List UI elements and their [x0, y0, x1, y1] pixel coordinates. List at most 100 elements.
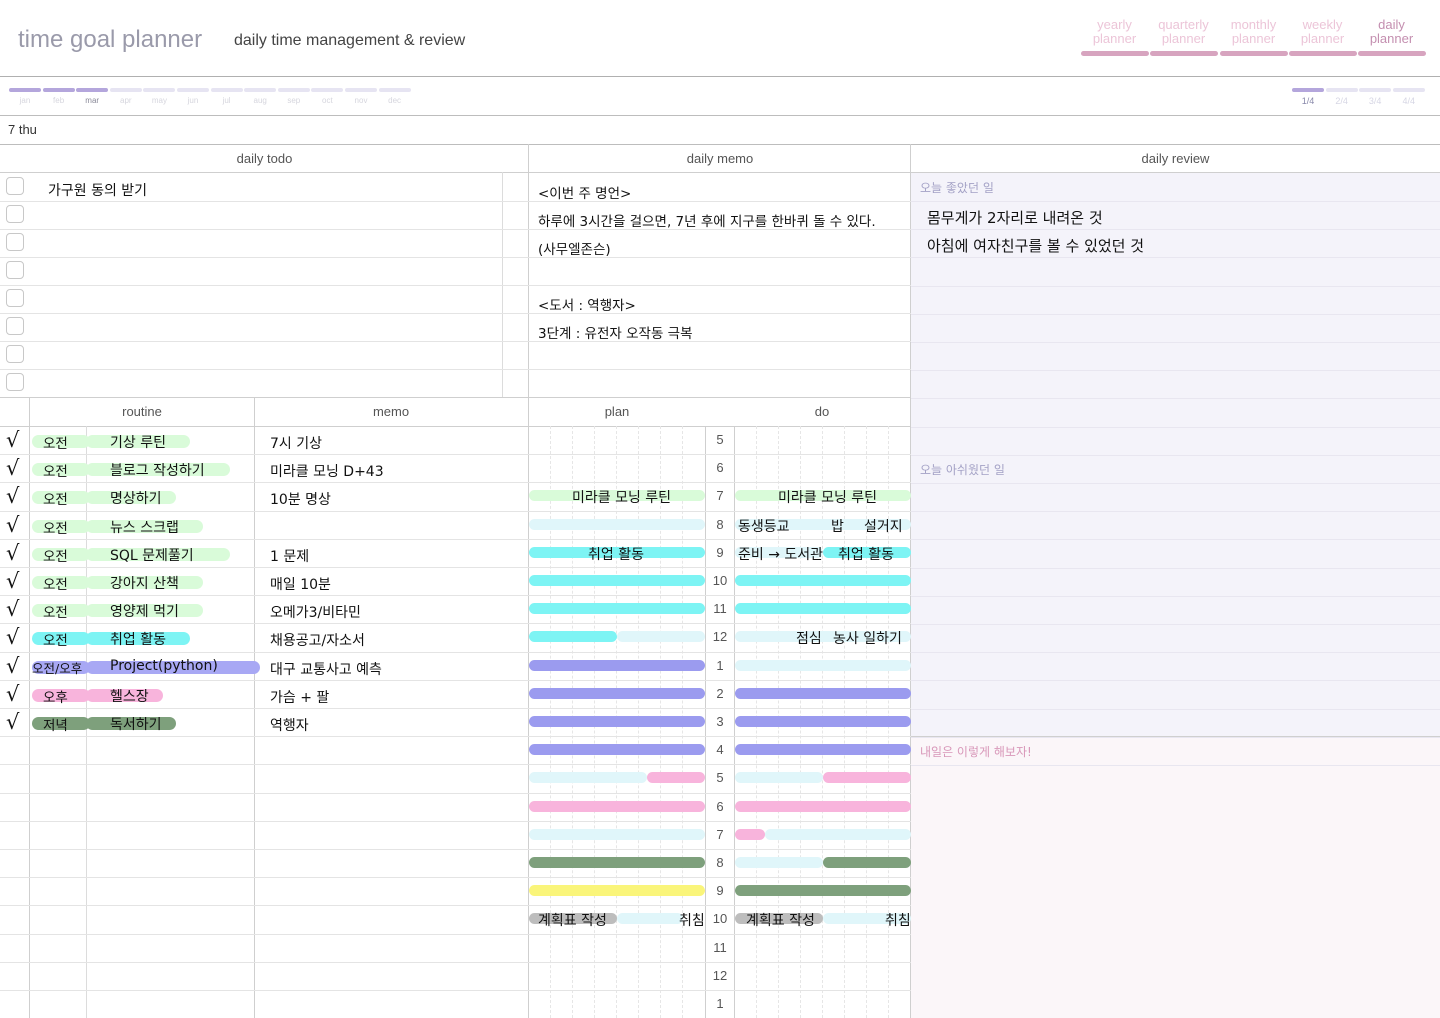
do-bar[interactable]: [735, 716, 911, 727]
do-bar[interactable]: [765, 828, 911, 840]
review-good-item[interactable]: 아침에 여자친구를 볼 수 있었던 것: [927, 235, 1144, 256]
do-label[interactable]: 동생등교: [738, 516, 790, 536]
routine-check-icon[interactable]: √: [6, 429, 19, 451]
do-bar[interactable]: [823, 857, 911, 868]
do-bar[interactable]: [823, 772, 911, 784]
quarter-bar-3[interactable]: [1359, 88, 1392, 92]
month-bar-dec[interactable]: [378, 88, 411, 92]
routine-time[interactable]: 저녁: [43, 714, 68, 734]
month-bar-mar[interactable]: [76, 88, 109, 92]
plan-bar[interactable]: [529, 659, 705, 671]
routine-memo[interactable]: 대구 교통사고 예측: [270, 659, 382, 679]
do-bar[interactable]: [735, 772, 823, 784]
month-bar-aug[interactable]: [244, 88, 277, 92]
quarter-label-4[interactable]: 4/4: [1393, 96, 1425, 106]
do-label[interactable]: 준비 → 도서관: [738, 544, 823, 564]
do-bar[interactable]: [735, 603, 911, 615]
plan-bar[interactable]: [617, 913, 683, 925]
todo-checkbox[interactable]: [6, 345, 24, 363]
month-label-aug[interactable]: aug: [244, 96, 276, 105]
routine-task[interactable]: 영양제 먹기: [110, 601, 179, 621]
month-label-mar[interactable]: mar: [76, 96, 108, 105]
routine-time[interactable]: 오전: [43, 432, 68, 452]
routine-time[interactable]: 오전: [43, 601, 68, 621]
month-bar-feb[interactable]: [42, 88, 75, 92]
month-bar-apr[interactable]: [109, 88, 142, 92]
routine-memo[interactable]: 1 문제: [270, 546, 309, 566]
todo-checkbox[interactable]: [6, 233, 24, 251]
plan-bar[interactable]: [529, 744, 705, 756]
month-bar-jun[interactable]: [177, 88, 209, 92]
routine-check-icon[interactable]: √: [6, 598, 19, 620]
month-label-jan[interactable]: jan: [9, 96, 41, 105]
month-label-oct[interactable]: oct: [311, 96, 343, 105]
plan-bar[interactable]: [529, 631, 617, 643]
do-label[interactable]: 설거지: [864, 516, 903, 536]
month-bar-jul[interactable]: [210, 88, 243, 92]
routine-memo[interactable]: 오메가3/비타민: [270, 602, 361, 622]
plan-bar[interactable]: [529, 603, 705, 615]
routine-check-icon[interactable]: √: [6, 711, 19, 733]
routine-check-icon[interactable]: √: [6, 626, 19, 648]
nav-weekly-planner[interactable]: weekly planner: [1289, 18, 1356, 46]
routine-memo[interactable]: 7시 기상: [270, 433, 322, 453]
todo-checkbox[interactable]: [6, 317, 24, 335]
month-label-feb[interactable]: feb: [43, 96, 75, 105]
month-label-nov[interactable]: nov: [345, 96, 377, 105]
review-good-item[interactable]: 몸무게가 2자리로 내려온 것: [927, 207, 1103, 228]
todo-checkbox[interactable]: [6, 177, 24, 195]
nav-yearly-planner[interactable]: yearly planner: [1081, 18, 1148, 46]
routine-memo[interactable]: 역행자: [270, 715, 309, 735]
do-bar[interactable]: [735, 885, 911, 897]
month-label-dec[interactable]: dec: [379, 96, 411, 105]
routine-task[interactable]: 명상하기: [110, 488, 162, 508]
routine-time[interactable]: 오전: [43, 573, 68, 593]
memo-line[interactable]: <이번 주 명언>: [538, 182, 631, 202]
memo-line[interactable]: 3단계 : 유전자 오작동 극복: [538, 322, 693, 342]
plan-label[interactable]: 미라클 모닝 루틴: [572, 487, 671, 507]
routine-task[interactable]: 독서하기: [110, 714, 162, 734]
month-label-jun[interactable]: jun: [177, 96, 209, 105]
month-bar-sep[interactable]: [277, 88, 310, 92]
routine-task[interactable]: 뉴스 스크랩: [110, 517, 179, 537]
do-label[interactable]: 점심: [796, 628, 822, 648]
routine-time[interactable]: 오전: [43, 545, 68, 565]
memo-line[interactable]: 하루에 3시간을 걸으면, 7년 후에 지구를 한바퀴 돌 수 있다.: [538, 210, 876, 230]
plan-bar[interactable]: [617, 631, 705, 643]
do-bar[interactable]: [735, 744, 911, 756]
nav-quarterly-planner[interactable]: quarterly planner: [1150, 18, 1217, 46]
do-label[interactable]: 취업 활동: [838, 544, 894, 564]
routine-task[interactable]: 강아지 산책: [110, 573, 179, 593]
routine-task[interactable]: Project(python): [110, 658, 218, 674]
routine-check-icon[interactable]: √: [6, 570, 19, 592]
routine-time[interactable]: 오전: [43, 488, 68, 508]
routine-task[interactable]: 취업 활동: [110, 629, 166, 649]
routine-time[interactable]: 오전/오후: [32, 658, 82, 677]
routine-task[interactable]: SQL 문제풀기: [110, 545, 194, 565]
do-bar[interactable]: [735, 659, 911, 671]
memo-line[interactable]: <도서 : 역행자>: [538, 294, 636, 314]
routine-task[interactable]: 블로그 작성하기: [110, 460, 205, 480]
month-bar-nov[interactable]: [345, 88, 377, 92]
plan-bar[interactable]: [529, 828, 705, 840]
month-bar-jan[interactable]: [9, 88, 41, 92]
routine-time[interactable]: 오전: [43, 460, 68, 480]
plan-bar[interactable]: [529, 687, 705, 699]
plan-label[interactable]: 취업 활동: [588, 544, 644, 564]
quarter-bar-1[interactable]: [1292, 88, 1324, 92]
routine-memo[interactable]: 채용공고/자소서: [270, 630, 365, 650]
month-label-apr[interactable]: apr: [110, 96, 142, 105]
do-bar[interactable]: [735, 687, 911, 699]
quarter-bar-2[interactable]: [1325, 88, 1358, 92]
routine-memo[interactable]: 가슴 + 팔: [270, 687, 329, 707]
plan-label[interactable]: 계획표 작성: [538, 910, 607, 930]
do-label[interactable]: 계획표 작성: [746, 910, 815, 930]
plan-bar[interactable]: [647, 772, 705, 784]
nav-daily-planner[interactable]: daily planner: [1358, 18, 1425, 46]
month-label-jul[interactable]: jul: [211, 96, 243, 105]
month-bar-may[interactable]: [143, 88, 176, 92]
quarter-label-1[interactable]: 1/4: [1292, 96, 1324, 106]
plan-bar[interactable]: [529, 772, 647, 784]
routine-time[interactable]: 오후: [43, 686, 68, 706]
todo-checkbox[interactable]: [6, 373, 24, 391]
